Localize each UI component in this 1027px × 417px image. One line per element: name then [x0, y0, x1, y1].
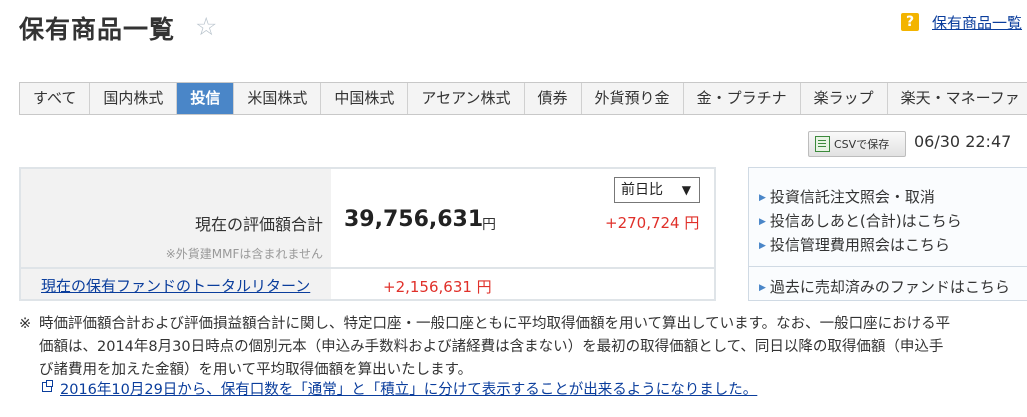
- chevron-down-icon: ▼: [681, 183, 691, 197]
- note-text: 時価評価額合計および評価損益額合計に関し、特定口座・一般口座ともに平均取得価額を…: [39, 313, 1027, 382]
- note-line: 時価評価額合計および評価損益額合計に関し、特定口座・一般口座ともに平均取得価額を…: [39, 316, 951, 332]
- total-valuation-unit: 円: [482, 217, 496, 233]
- compare-period-value: 前日比: [621, 182, 663, 198]
- arrow-right-icon: ▶: [759, 283, 766, 293]
- tab-rakuten-money-fund[interactable]: 楽天・マネーファ: [886, 83, 1027, 114]
- page-title: 保有商品一覧: [19, 15, 176, 44]
- tab-gold-platinum[interactable]: 金・プラチナ: [682, 83, 800, 114]
- total-return-value: +2,156,631 円: [383, 278, 492, 296]
- product-tabs: すべて 国内株式 投信 米国株式 中国株式 アセアン株式 債券 外貨預り金 金・…: [19, 82, 1027, 115]
- valuation-summary: 現在の評価額合計 ※外貨建MMFは含まれません 39,756,631 円 前日比…: [19, 167, 716, 301]
- csv-save-label: CSVで保存: [834, 138, 890, 151]
- side-divider: [749, 266, 1027, 267]
- note-line: 価額は、2014年8月30日時点の個別元本（申込み手数料および諸経費は含まない）…: [39, 339, 944, 355]
- tab-domestic-stocks[interactable]: 国内株式: [89, 83, 176, 114]
- link-sold-funds[interactable]: ▶ 過去に売却済みのファンドはこちら: [759, 276, 1010, 297]
- external-link-icon: [42, 380, 53, 392]
- tab-all[interactable]: すべて: [19, 83, 89, 114]
- tab-asean-stocks[interactable]: アセアン株式: [407, 83, 523, 114]
- total-valuation-value: 39,756,631: [344, 207, 484, 232]
- help-icon[interactable]: ?: [901, 13, 919, 31]
- help-link[interactable]: 保有商品一覧: [932, 12, 1022, 33]
- related-links-panel: ▶ 投資信託注文照会・取消 ▶ 投信あしあと(合計)はこちら ▶ 投信管理費用照会はこ…: [748, 167, 1027, 301]
- tab-us-stocks[interactable]: 米国株式: [233, 83, 320, 114]
- link-management-fee-inquiry[interactable]: ▶ 投信管理費用照会はこちら: [759, 234, 950, 255]
- spreadsheet-icon: [815, 136, 830, 152]
- tab-raku-wrap[interactable]: 楽ラップ: [799, 83, 887, 114]
- csv-save-button[interactable]: CSVで保存: [808, 131, 906, 157]
- tab-china-stocks[interactable]: 中国株式: [320, 83, 407, 114]
- link-trust-history[interactable]: ▶ 投信あしあと(合計)はこちら: [759, 210, 962, 231]
- total-valuation-label: 現在の評価額合計: [194, 215, 323, 234]
- star-icon[interactable]: ☆: [195, 12, 217, 41]
- holdings-split-info-link[interactable]: 2016年10月29日から、保有口数を「通常」と「積立」に分けて表示することが出…: [60, 378, 757, 399]
- arrow-right-icon: ▶: [759, 241, 766, 251]
- arrow-right-icon: ▶: [759, 217, 766, 227]
- compare-period-select[interactable]: 前日比 ▼: [614, 177, 700, 203]
- daily-change-value: +270,724 円: [605, 214, 700, 232]
- summary-label-cell: 現在の評価額合計 ※外貨建MMFは含まれません: [21, 169, 331, 267]
- update-timestamp: 06/30 22:47: [914, 132, 1012, 151]
- arrow-right-icon: ▶: [759, 193, 766, 203]
- tab-investment-trusts[interactable]: 投信: [176, 83, 234, 114]
- tab-foreign-deposits[interactable]: 外貨預り金: [580, 83, 683, 114]
- mmf-exclusion-note: ※外貨建MMFは含まれません: [165, 247, 323, 261]
- link-order-inquiry[interactable]: ▶ 投資信託注文照会・取消: [759, 186, 935, 207]
- total-return-link[interactable]: 現在の保有ファンドのトータルリターン: [41, 275, 310, 296]
- note-mark: ※: [19, 316, 32, 332]
- tab-bonds[interactable]: 債券: [523, 83, 581, 114]
